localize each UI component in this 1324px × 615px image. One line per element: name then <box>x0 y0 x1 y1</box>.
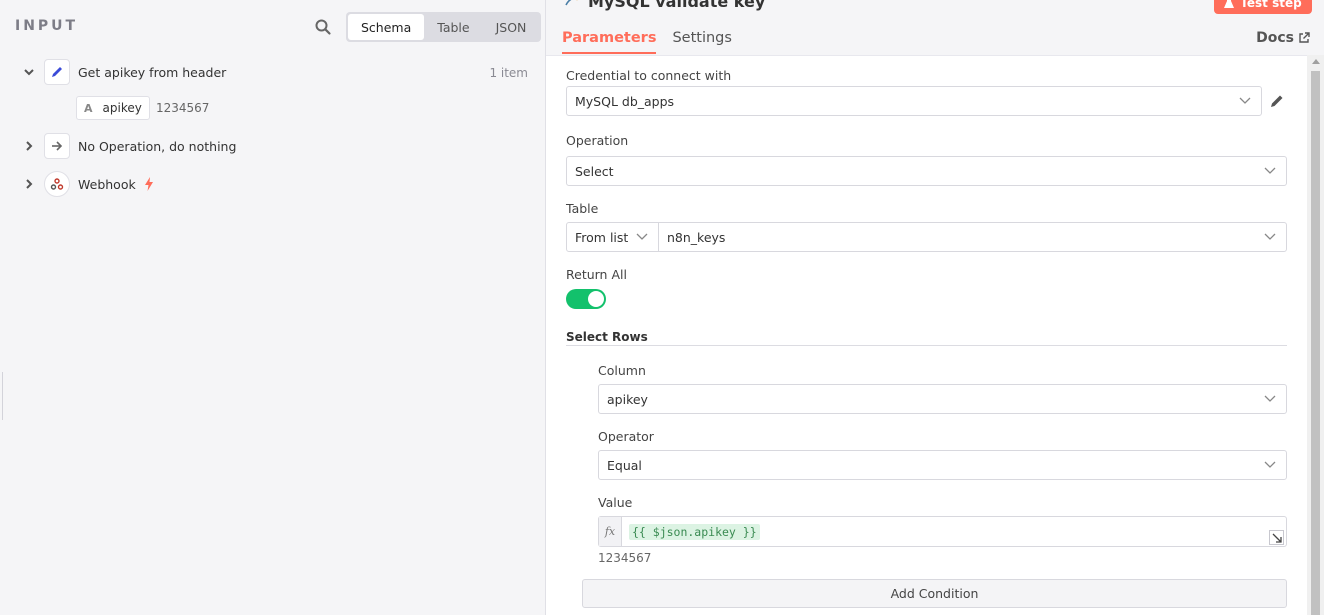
input-node-label: No Operation, do nothing <box>78 138 237 154</box>
schema-field-name: apikey <box>102 101 142 115</box>
flask-icon <box>1224 0 1235 8</box>
input-node-no-operation[interactable]: No Operation, do nothing <box>20 132 236 160</box>
return-all-toggle[interactable] <box>566 289 606 309</box>
column-value: apikey <box>607 391 648 407</box>
value-expression-input[interactable]: fx {{ $json.apikey }} <box>598 516 1287 547</box>
operator-label: Operator <box>598 429 654 444</box>
chevron-down-icon <box>636 233 648 240</box>
chevron-down-icon <box>1264 233 1276 240</box>
select-rows-section: Select Rows <box>566 330 1287 346</box>
schema-field-apikey[interactable]: A apikey <box>76 96 150 120</box>
credential-label: Credential to connect with <box>566 68 732 83</box>
string-type-icon: A <box>84 101 93 115</box>
table-label: Table <box>566 201 599 216</box>
test-step-button[interactable]: Test step <box>1214 0 1312 14</box>
chevron-down-icon <box>1264 167 1276 174</box>
view-mode-tabs: Schema Table JSON <box>346 12 542 42</box>
table-mode-value: From list <box>575 229 629 245</box>
operator-value: Equal <box>607 457 642 473</box>
value-label: Value <box>598 495 633 510</box>
webhook-icon <box>44 171 70 197</box>
return-all-label: Return All <box>566 267 627 282</box>
table-select[interactable]: n8n_keys <box>658 222 1287 252</box>
expand-editor-icon[interactable] <box>1269 530 1284 545</box>
input-node-webhook[interactable]: Webhook <box>20 170 154 198</box>
mysql-icon <box>565 0 571 5</box>
edit-credential-icon[interactable] <box>1269 93 1285 109</box>
vertical-scrollbar[interactable] <box>1307 55 1324 615</box>
input-panel-title: INPUT <box>15 18 79 34</box>
credential-select[interactable]: MySQL db_apps <box>566 86 1262 116</box>
chevron-down-icon <box>1264 461 1276 468</box>
credential-value: MySQL db_apps <box>575 93 675 109</box>
chevron-right-icon[interactable] <box>20 137 38 155</box>
input-panel: INPUT Schema Table JSON Get apikey from … <box>0 0 545 615</box>
test-step-label: Test step <box>1240 0 1302 10</box>
pencil-icon <box>44 59 70 85</box>
view-tab-table[interactable]: Table <box>424 14 482 40</box>
view-tab-json[interactable]: JSON <box>483 14 540 40</box>
trigger-bolt-icon <box>144 177 153 191</box>
operator-select[interactable]: Equal <box>598 450 1287 480</box>
item-count: 1 item <box>489 66 528 80</box>
tab-parameters[interactable]: Parameters <box>562 24 657 54</box>
table-mode-select[interactable]: From list <box>566 222 659 252</box>
input-node-label: Get apikey from header <box>78 64 227 80</box>
add-condition-button[interactable]: Add Condition <box>582 579 1287 608</box>
parameter-tabs: Parameters Settings <box>562 24 764 54</box>
node-title: MySQL validate key <box>564 0 765 11</box>
chevron-right-icon[interactable] <box>20 175 38 193</box>
view-tab-schema[interactable]: Schema <box>348 14 425 40</box>
input-node-label: Webhook <box>78 176 136 192</box>
column-select[interactable]: apikey <box>598 384 1287 414</box>
arrow-right-icon <box>44 133 70 159</box>
search-icon[interactable] <box>314 18 332 36</box>
panel-drag-handle[interactable] <box>0 372 3 420</box>
scroll-up-icon[interactable] <box>1312 59 1320 64</box>
docs-link[interactable]: Docs <box>1256 30 1310 46</box>
parameter-panel: MySQL validate key Test step Parameters … <box>545 0 1324 615</box>
chevron-down-icon[interactable] <box>20 63 38 81</box>
fx-icon: fx <box>599 517 622 546</box>
operation-value: Select <box>575 163 614 179</box>
operation-select[interactable]: Select <box>566 156 1287 186</box>
chevron-down-icon <box>1264 395 1276 402</box>
external-link-icon <box>1299 32 1310 43</box>
chevron-down-icon <box>1239 97 1251 104</box>
operation-label: Operation <box>566 133 629 148</box>
input-node-get-apikey[interactable]: Get apikey from header <box>20 58 226 86</box>
tab-settings[interactable]: Settings <box>672 24 731 54</box>
scrollbar-thumb[interactable] <box>1311 71 1320 615</box>
schema-field-value: 1234567 <box>156 101 210 115</box>
expression-result: 1234567 <box>598 551 652 565</box>
node-title-text: MySQL validate key <box>588 0 766 11</box>
expression-text: {{ $json.apikey }} <box>629 523 760 540</box>
toggle-knob <box>588 291 604 307</box>
column-label: Column <box>598 363 646 378</box>
table-value: n8n_keys <box>667 229 726 245</box>
docs-label: Docs <box>1256 30 1294 46</box>
